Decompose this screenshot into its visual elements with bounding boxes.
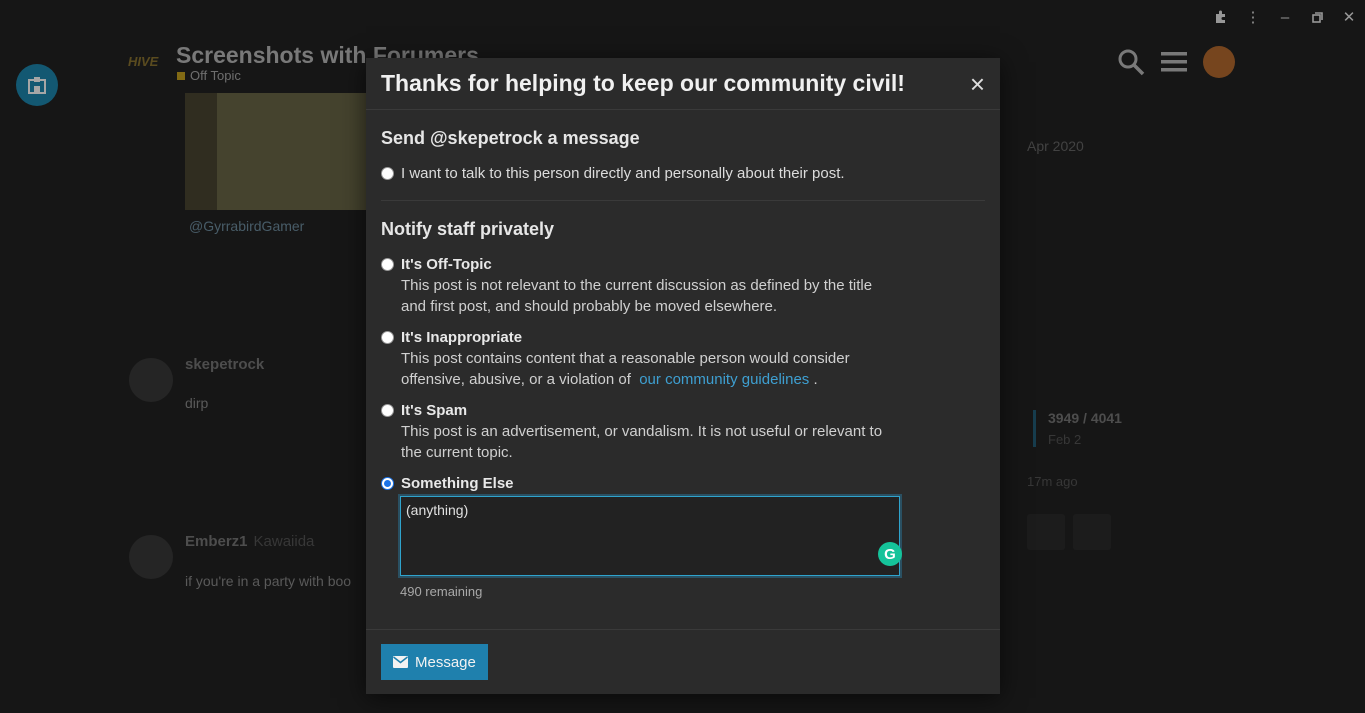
option-description: This post is an advertisement, or vandal… bbox=[401, 423, 883, 461]
option-label[interactable]: It's Off-Topic bbox=[401, 254, 901, 275]
section-divider bbox=[381, 200, 985, 201]
reason-textarea[interactable]: (anything) bbox=[400, 496, 900, 576]
staff-section-heading: Notify staff privately bbox=[381, 219, 555, 239]
spam-radio[interactable] bbox=[381, 404, 394, 417]
message-option[interactable]: I want to talk to this person directly a… bbox=[381, 163, 985, 184]
flag-modal: Thanks for helping to keep our community… bbox=[366, 58, 1000, 694]
message-button[interactable]: Message bbox=[381, 644, 488, 680]
message-radio[interactable] bbox=[381, 167, 394, 180]
grammarly-icon[interactable]: G bbox=[878, 542, 902, 566]
option-inappropriate[interactable]: It's Inappropriate This post contains co… bbox=[381, 327, 985, 390]
option-label[interactable]: It's Inappropriate bbox=[401, 327, 901, 348]
option-spam[interactable]: It's Spam This post is an advertisement,… bbox=[381, 400, 985, 463]
reason-field-wrapper: (anything) G bbox=[381, 496, 985, 576]
modal-body: Send @skepetrock a message I want to tal… bbox=[366, 110, 1000, 599]
message-button-label: Message bbox=[415, 653, 476, 671]
something-else-radio[interactable] bbox=[381, 477, 394, 490]
envelope-icon bbox=[393, 656, 408, 668]
characters-remaining: 490 remaining bbox=[400, 584, 483, 599]
message-option-label[interactable]: I want to talk to this person directly a… bbox=[401, 163, 845, 184]
option-label[interactable]: Something Else bbox=[401, 473, 514, 494]
close-icon[interactable]: × bbox=[970, 71, 985, 97]
community-guidelines-link[interactable]: our community guidelines bbox=[639, 371, 809, 388]
option-label[interactable]: It's Spam bbox=[401, 400, 901, 421]
option-off-topic[interactable]: It's Off-Topic This post is not relevant… bbox=[381, 254, 985, 317]
option-description: This post is not relevant to the current… bbox=[401, 277, 873, 315]
message-section-heading: Send @skepetrock a message bbox=[381, 128, 640, 148]
option-something-else[interactable]: Something Else bbox=[381, 473, 985, 494]
modal-footer: Message bbox=[366, 629, 1000, 694]
option-description: This post contains content that a reason… bbox=[401, 350, 850, 388]
inappropriate-radio[interactable] bbox=[381, 331, 394, 344]
modal-header: Thanks for helping to keep our community… bbox=[366, 58, 1000, 110]
off-topic-radio[interactable] bbox=[381, 258, 394, 271]
modal-title: Thanks for helping to keep our community… bbox=[381, 70, 905, 96]
